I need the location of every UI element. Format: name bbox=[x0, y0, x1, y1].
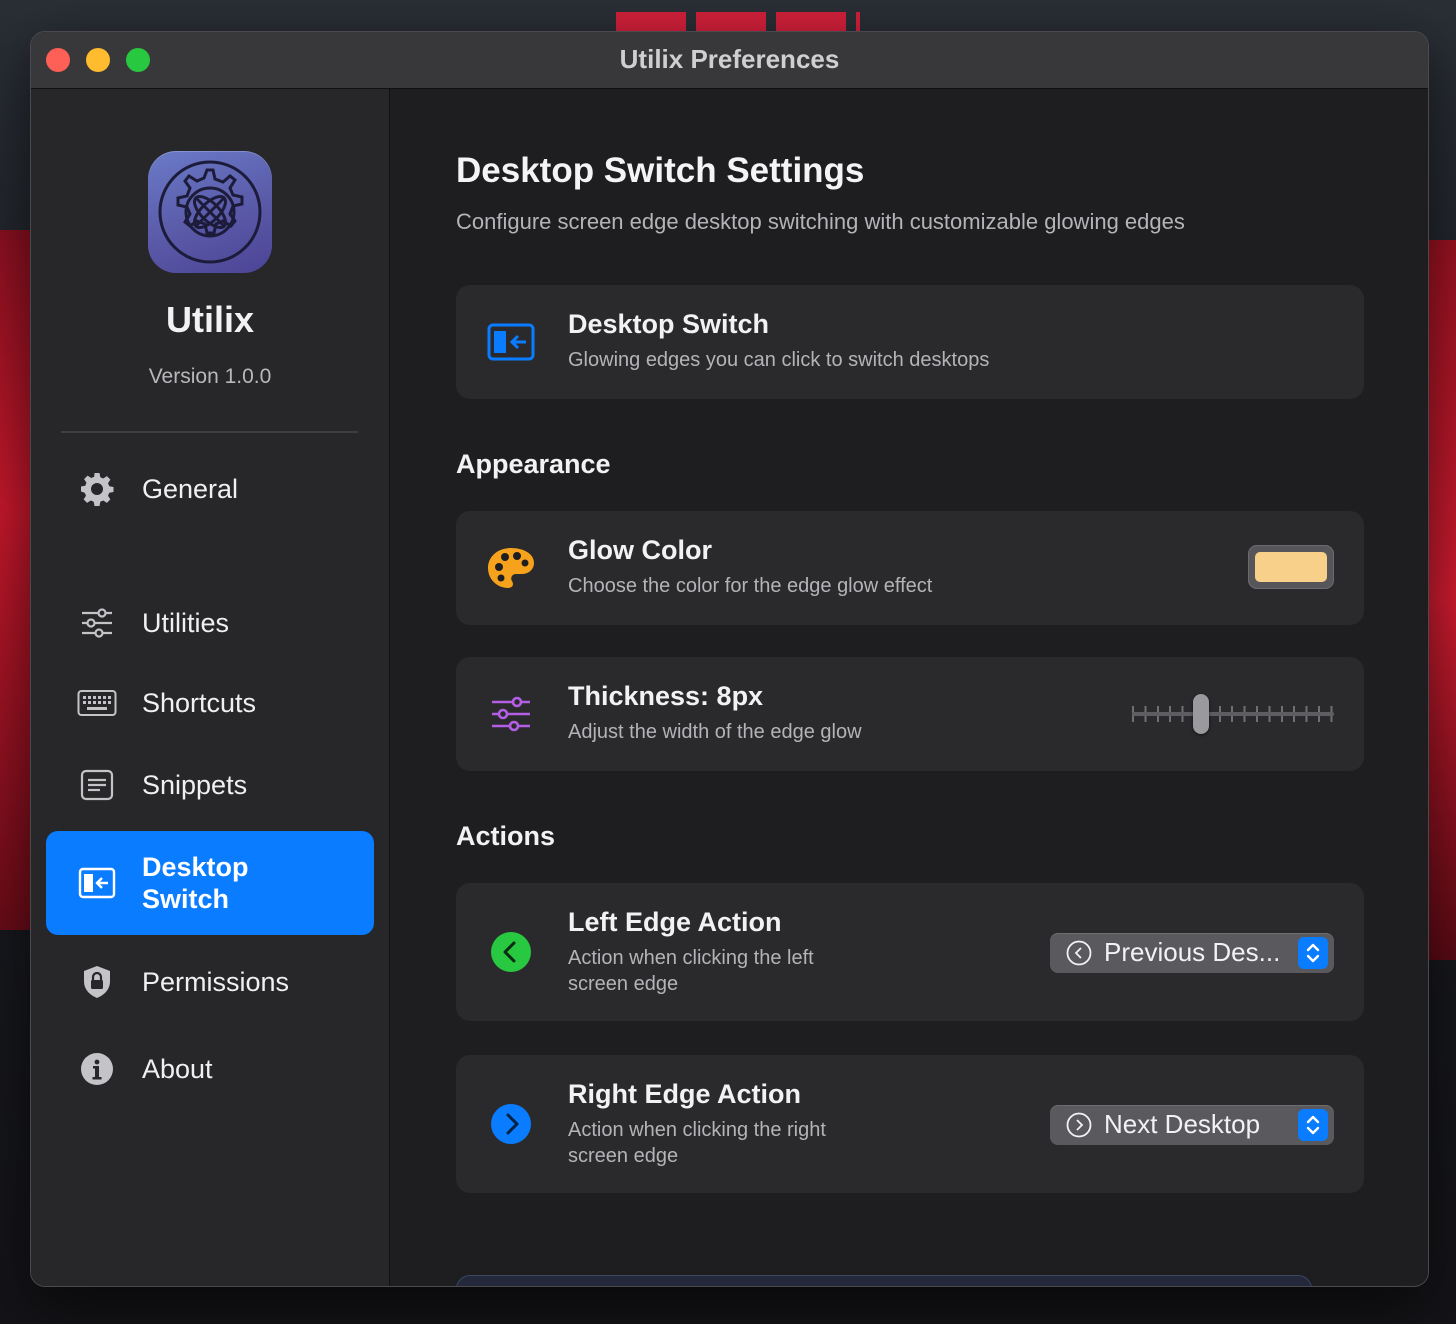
glow-color-card: Glow Color Choose the color for the edge… bbox=[456, 511, 1364, 625]
chevron-up-down-icon bbox=[1298, 937, 1328, 969]
card-title: Thickness: 8px bbox=[568, 681, 764, 711]
wallpaper-accent bbox=[1426, 240, 1456, 960]
wallpaper-accent bbox=[616, 12, 860, 32]
sidebar: Utilix Version 1.0.0 General Utilities S… bbox=[31, 89, 390, 1286]
lock-shield-icon bbox=[77, 962, 117, 1002]
card-title: Desktop Switch bbox=[568, 309, 770, 339]
sidebar-item-label: Desktop Switch bbox=[142, 852, 249, 914]
sidebar-item-general[interactable]: General bbox=[46, 463, 374, 515]
section-title-actions: Actions bbox=[456, 821, 556, 851]
document-icon bbox=[77, 765, 117, 805]
thickness-card: Thickness: 8px Adjust the width of the e… bbox=[456, 657, 1364, 771]
app-version: Version 1.0.0 bbox=[148, 365, 272, 388]
right-edge-action-select[interactable]: Next Desktop bbox=[1050, 1105, 1334, 1145]
gear-icon bbox=[77, 469, 117, 509]
palette-icon bbox=[486, 543, 536, 593]
card-description: Action when clicking the right screen ed… bbox=[568, 1119, 826, 1167]
desktop-switch-card: Desktop Switch Glowing edges you can cli… bbox=[456, 285, 1364, 399]
sidebar-divider bbox=[61, 431, 358, 433]
card-description: Adjust the width of the edge glow bbox=[568, 721, 862, 743]
card-title: Glow Color bbox=[568, 535, 712, 565]
select-value: Next Desktop bbox=[1104, 1109, 1261, 1139]
card-description: Glowing edges you can click to switch de… bbox=[568, 349, 990, 371]
app-icon bbox=[148, 151, 272, 273]
gear-logo-icon bbox=[158, 160, 262, 264]
info-icon bbox=[77, 1049, 117, 1089]
info-card bbox=[456, 1275, 1312, 1286]
page-title: Desktop Switch Settings bbox=[456, 151, 865, 190]
color-swatch bbox=[1255, 552, 1327, 582]
chevron-left-circle-icon bbox=[1066, 940, 1092, 966]
sliders-icon bbox=[486, 689, 536, 739]
card-title: Right Edge Action bbox=[568, 1079, 801, 1109]
title-bar[interactable]: Utilix Preferences bbox=[31, 32, 1428, 89]
sidebar-item-snippets[interactable]: Snippets bbox=[46, 759, 374, 811]
settings-pane: Desktop Switch Settings Configure screen… bbox=[390, 89, 1428, 1286]
chevron-right-circle-icon bbox=[486, 1099, 536, 1149]
slider-thumb[interactable] bbox=[1193, 694, 1209, 734]
sidebar-item-shortcuts[interactable]: Shortcuts bbox=[46, 677, 374, 729]
preferences-window: Utilix Preferences Utilix Version 1.0.0 bbox=[31, 32, 1428, 1286]
left-edge-action-card: Left Edge Action Action when clicking th… bbox=[456, 883, 1364, 1021]
sidebar-item-about[interactable]: About bbox=[46, 1043, 374, 1095]
chevron-right-circle-icon bbox=[1066, 1112, 1092, 1138]
chevron-left-circle-icon bbox=[486, 927, 536, 977]
right-edge-action-card: Right Edge Action Action when clicking t… bbox=[456, 1055, 1364, 1193]
page-subtitle: Configure screen edge desktop switching … bbox=[456, 209, 1185, 234]
desktop-switch-icon bbox=[486, 317, 536, 367]
sidebar-item-desktop-switch[interactable]: Desktop Switch bbox=[46, 831, 374, 935]
sidebar-item-label: General bbox=[142, 473, 239, 504]
left-edge-action-select[interactable]: Previous Des... bbox=[1050, 933, 1334, 973]
desktop-switch-icon bbox=[77, 863, 117, 903]
section-title-appearance: Appearance bbox=[456, 449, 611, 479]
glow-color-picker[interactable] bbox=[1248, 545, 1334, 589]
sidebar-item-permissions[interactable]: Permissions bbox=[46, 956, 374, 1008]
sliders-icon bbox=[77, 603, 117, 643]
sidebar-item-label: About bbox=[142, 1053, 213, 1084]
window-title: Utilix Preferences bbox=[619, 44, 840, 74]
sidebar-item-utilities[interactable]: Utilities bbox=[46, 597, 374, 649]
select-value: Previous Des... bbox=[1104, 937, 1281, 967]
sidebar-item-label: Shortcuts bbox=[142, 687, 257, 718]
chevron-up-down-icon bbox=[1298, 1109, 1328, 1141]
slider-track bbox=[1132, 712, 1334, 716]
sidebar-item-label: Utilities bbox=[142, 607, 230, 638]
app-name: Utilix bbox=[165, 299, 254, 340]
sidebar-item-label: Permissions bbox=[142, 966, 290, 997]
sidebar-item-label: Snippets bbox=[142, 769, 248, 800]
thickness-slider[interactable] bbox=[1132, 693, 1334, 734]
card-description: Action when clicking the left screen edg… bbox=[568, 947, 814, 995]
card-title: Left Edge Action bbox=[568, 907, 782, 937]
keyboard-icon bbox=[77, 683, 117, 723]
card-description: Choose the color for the edge glow effec… bbox=[568, 575, 933, 597]
